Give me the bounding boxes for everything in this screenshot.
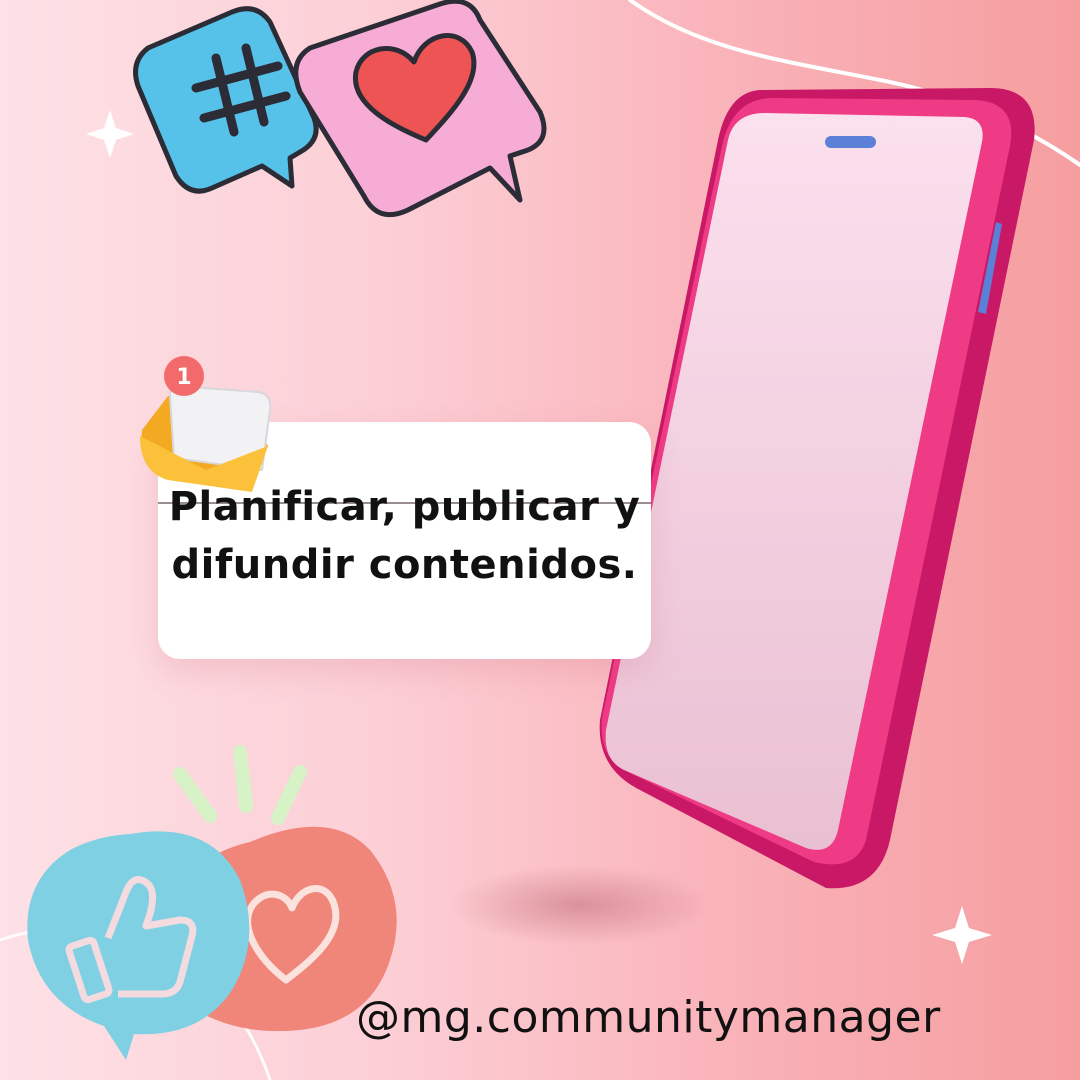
social-bubbles-bottom: [27, 745, 397, 1060]
thumbs-up-bubble-icon: [27, 831, 250, 1060]
account-handle: @mg.communitymanager: [356, 992, 941, 1043]
burst-lines: [173, 745, 307, 825]
post-canvas: Planificar, publicar y difundir contenid…: [0, 0, 1080, 1080]
